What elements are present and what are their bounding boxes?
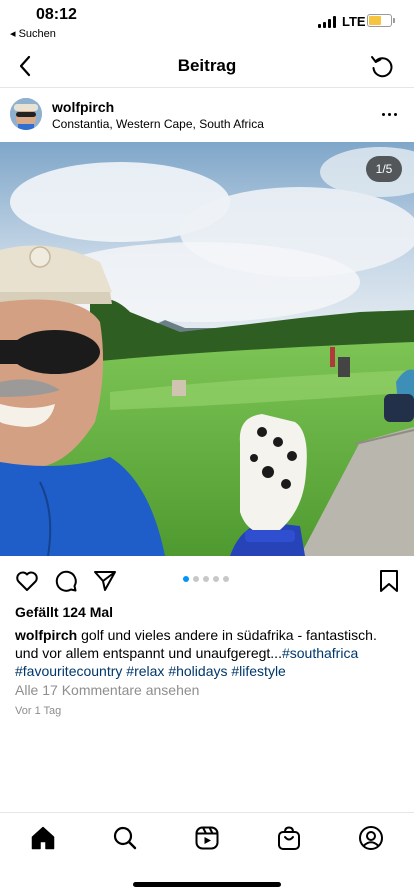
home-indicator[interactable] [133, 882, 281, 887]
post-image[interactable]: 1/5 [0, 142, 414, 556]
more-options-icon[interactable] [380, 104, 400, 124]
reels-icon[interactable] [194, 825, 220, 851]
avatar[interactable] [10, 98, 42, 130]
hashtag-link[interactable]: #southafrica [282, 645, 358, 661]
back-to-app-link[interactable]: ◂ Suchen [10, 27, 56, 40]
carousel-dot [183, 576, 189, 582]
page-title: Beitrag [177, 56, 237, 75]
caption-username[interactable]: wolfpirch [15, 627, 77, 643]
post-header: wolfpirch Constantia, Western Cape, Sout… [0, 89, 414, 142]
hashtag-link[interactable]: #holidays [168, 663, 227, 679]
image-counter: 1/5 [366, 156, 402, 182]
carousel-dot [193, 576, 199, 582]
post-timestamp: Vor 1 Tag [15, 705, 62, 717]
refresh-icon [371, 56, 393, 78]
network-type: LTE [342, 14, 366, 29]
hashtag-link[interactable]: #favouritecountry [15, 663, 122, 679]
likes-count[interactable]: Gefällt 124 Mal [15, 604, 113, 620]
profile-icon[interactable] [358, 825, 384, 851]
post-caption: wolfpirch golf und vieles andere in süda… [15, 626, 401, 680]
search-icon[interactable] [112, 825, 138, 851]
navigation-bar: Beitrag [0, 44, 414, 88]
post-location[interactable]: Constantia, Western Cape, South Africa [52, 117, 264, 131]
shop-icon[interactable] [276, 825, 302, 851]
hashtag-link[interactable]: #lifestyle [231, 663, 285, 679]
hashtag-link[interactable]: #relax [126, 663, 164, 679]
cellular-signal-icon [318, 16, 336, 28]
carousel-dot [203, 576, 209, 582]
status-time: 08:12 [36, 6, 77, 23]
view-comments-link[interactable]: Alle 17 Kommentare ansehen [15, 682, 199, 698]
battery-icon [367, 14, 395, 27]
status-bar: 08:12 ◂ Suchen LTE [0, 0, 414, 44]
post-actions [0, 556, 414, 604]
send-icon[interactable] [92, 568, 118, 594]
home-icon[interactable] [30, 825, 56, 851]
post-username[interactable]: wolfpirch [52, 99, 114, 115]
carousel-dot [213, 576, 219, 582]
golf-selfie-image [0, 142, 414, 556]
bookmark-icon[interactable] [376, 568, 402, 594]
carousel-dot [223, 576, 229, 582]
heart-icon[interactable] [14, 568, 40, 594]
comment-icon[interactable] [53, 568, 79, 594]
refresh-button[interactable] [368, 52, 396, 80]
